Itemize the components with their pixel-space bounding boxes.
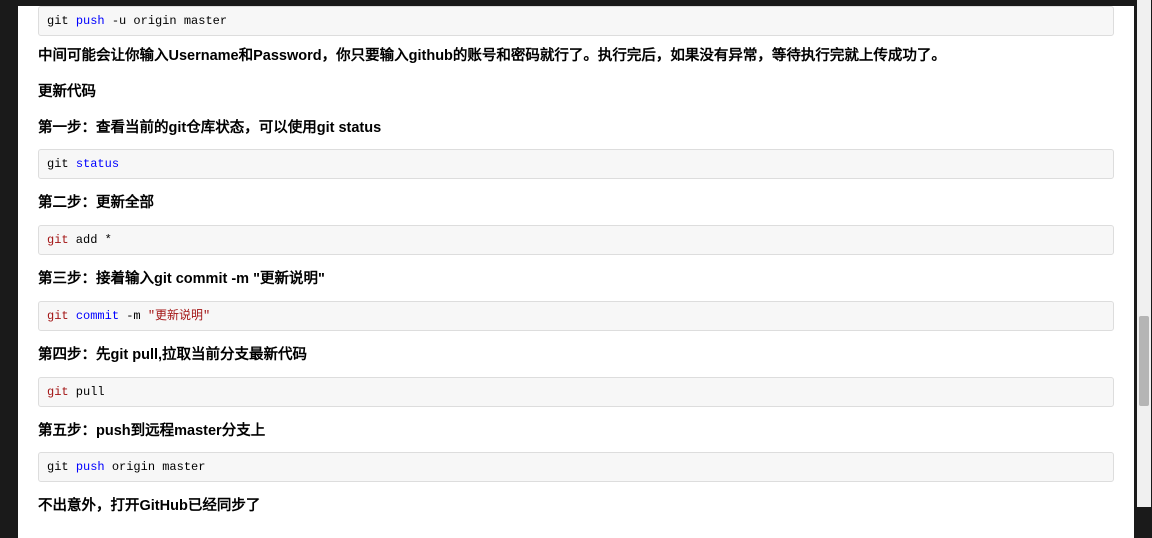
- code-token: add *: [69, 233, 112, 247]
- code-git-commit: git commit -m "更新说明": [38, 301, 1114, 331]
- heading-step4: 第四步：先git pull,拉取当前分支最新代码: [38, 345, 1114, 367]
- para-username-password: 中间可能会让你输入Username和Password，你只要输入github的账…: [38, 46, 1114, 68]
- code-token: -u origin master: [105, 14, 227, 28]
- code-token: git: [47, 460, 76, 474]
- heading-step1: 第一步：查看当前的git仓库状态，可以使用git status: [38, 118, 1114, 140]
- heading-update-code: 更新代码: [38, 82, 1114, 104]
- article-body: git push -u origin master 中间可能会让你输入Userna…: [18, 6, 1134, 538]
- code-token: push: [76, 14, 105, 28]
- code-token: commit: [76, 309, 119, 323]
- code-token: git: [47, 233, 69, 247]
- code-token: git: [47, 385, 69, 399]
- code-token: push: [76, 460, 105, 474]
- code-token: -m: [119, 309, 148, 323]
- code-git-push-origin: git push origin master: [38, 452, 1114, 482]
- code-token: pull: [69, 385, 105, 399]
- code-token: git: [47, 14, 76, 28]
- code-token: git: [47, 157, 76, 171]
- heading-conclusion: 不出意外，打开GitHub已经同步了: [38, 496, 1114, 518]
- heading-step2: 第二步：更新全部: [38, 193, 1114, 215]
- code-token: git: [47, 309, 69, 323]
- code-git-status: git status: [38, 149, 1114, 179]
- code-token: [69, 309, 76, 323]
- heading-step3: 第三步：接着输入git commit -m "更新说明": [38, 269, 1114, 291]
- code-git-push-u: git push -u origin master: [38, 6, 1114, 36]
- code-token: status: [76, 157, 119, 171]
- scrollbar-thumb[interactable]: [1139, 316, 1149, 406]
- code-git-add-all: git add *: [38, 225, 1114, 255]
- code-token: origin master: [105, 460, 206, 474]
- heading-step5: 第五步：push到远程master分支上: [38, 421, 1114, 443]
- code-token: "更新说明": [148, 309, 210, 323]
- scrollbar-track[interactable]: [1137, 0, 1151, 507]
- code-git-pull: git pull: [38, 377, 1114, 407]
